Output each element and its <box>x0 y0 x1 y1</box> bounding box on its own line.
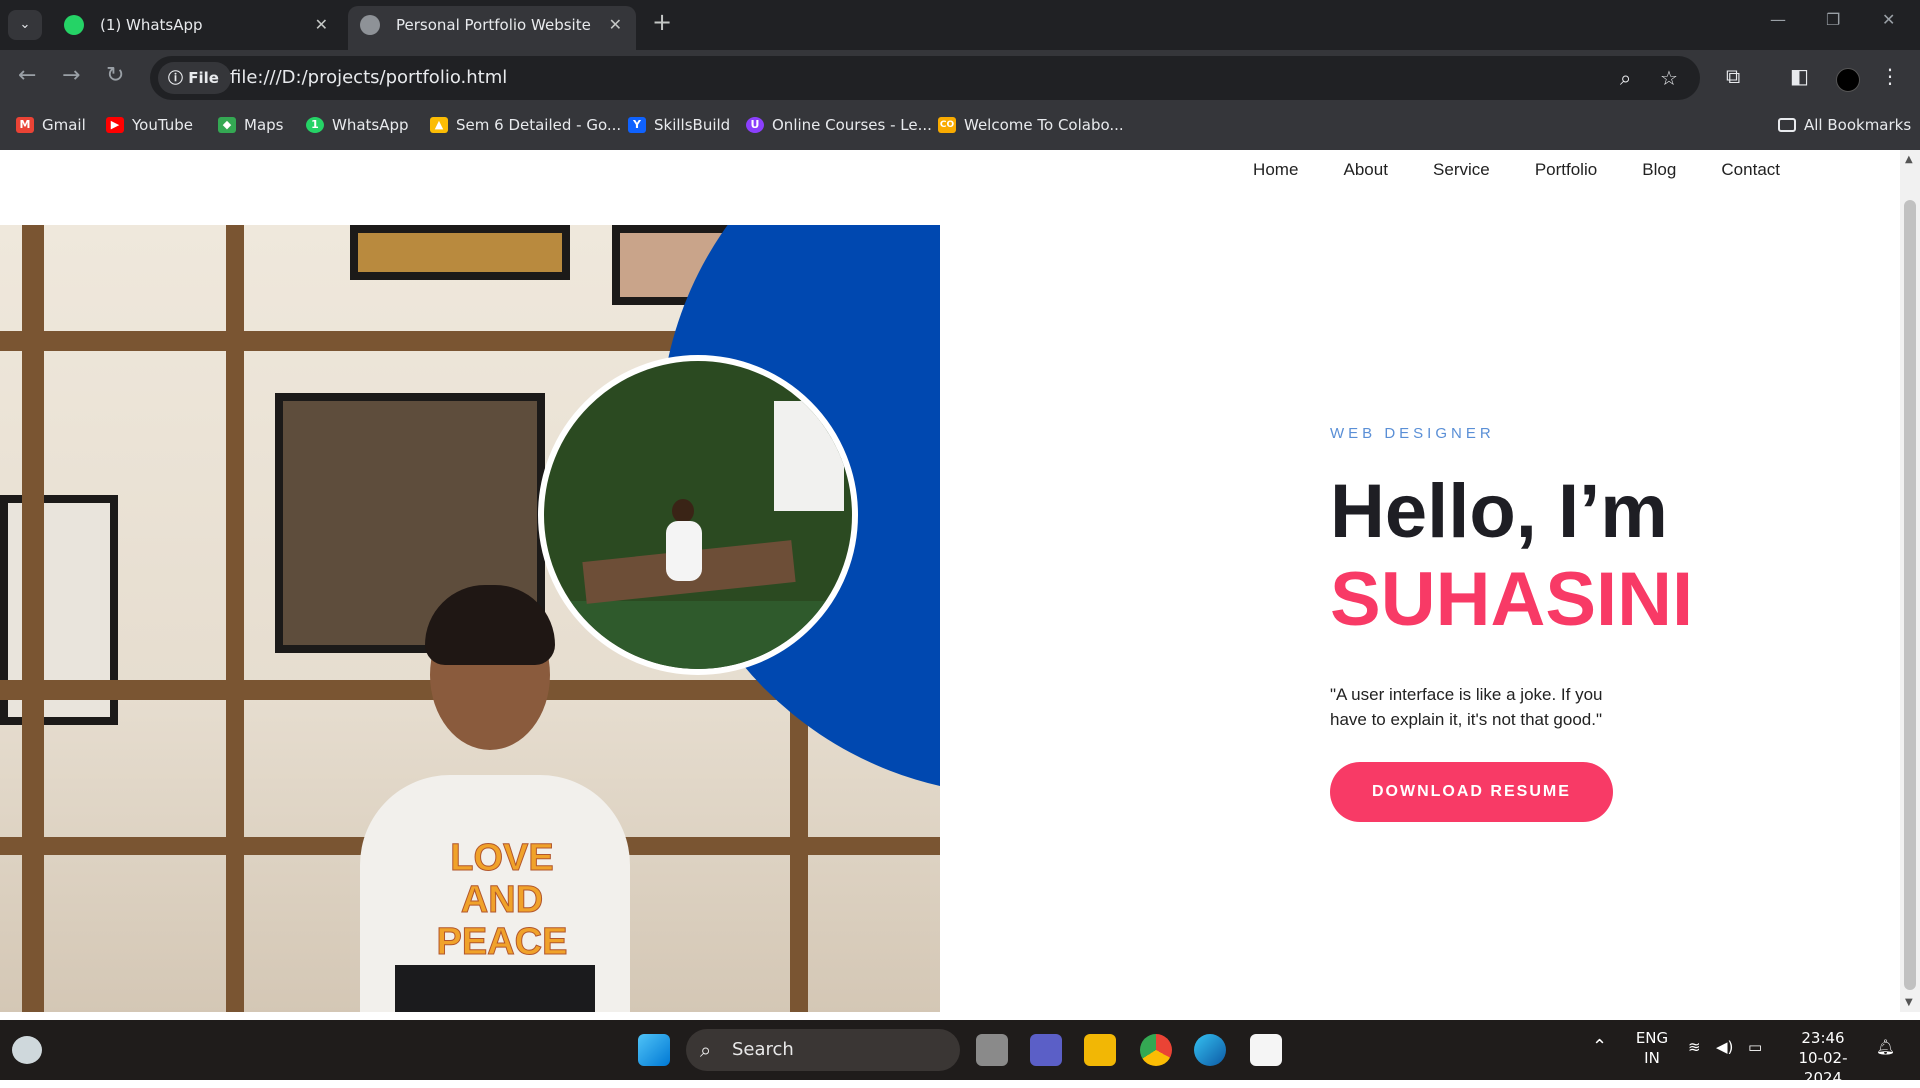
nav-portfolio[interactable]: Portfolio <box>1535 160 1597 180</box>
weather-icon[interactable] <box>12 1036 42 1064</box>
reload-icon[interactable]: ↻ <box>106 64 124 88</box>
bookmark-gmail[interactable]: M Gmail <box>16 106 86 144</box>
bookmark-maps[interactable]: ◆ Maps <box>218 106 283 144</box>
taskbar-search[interactable]: ⌕ Search <box>686 1029 960 1071</box>
bookmark-skillsbuild[interactable]: Y SkillsBuild <box>628 106 730 144</box>
volume-icon[interactable]: ◀) <box>1716 1038 1733 1056</box>
hero-photo: LOVE AND PEACE <box>0 225 940 1012</box>
chevron-up-icon[interactable]: ⌃ <box>1592 1036 1607 1057</box>
bookmark-online-courses[interactable]: U Online Courses - Le... <box>746 106 932 144</box>
zoom-icon[interactable]: ⌕ <box>1620 66 1631 90</box>
drive-icon: ▲ <box>430 117 448 133</box>
store-icon[interactable] <box>1250 1034 1282 1066</box>
folder-icon <box>1778 118 1796 132</box>
udemy-icon: U <box>746 117 764 133</box>
edge-icon[interactable] <box>1194 1034 1226 1066</box>
back-icon[interactable]: ← <box>18 64 36 88</box>
page-viewport: Home About Service Portfolio Blog Contac… <box>0 150 1900 1012</box>
all-bookmarks[interactable]: All Bookmarks <box>1778 106 1911 144</box>
photo-ground <box>544 601 852 669</box>
teams-icon[interactable] <box>1030 1034 1062 1066</box>
page-scrollbar[interactable]: ▲ ▼ <box>1900 150 1920 1012</box>
nav-service[interactable]: Service <box>1433 160 1490 180</box>
nav-home[interactable]: Home <box>1253 160 1298 180</box>
bookmark-whatsapp[interactable]: 1 WhatsApp <box>306 106 409 144</box>
chrome-icon[interactable] <box>1140 1034 1172 1066</box>
colab-icon: CO <box>938 117 956 133</box>
side-panel-icon[interactable]: ◧ <box>1790 64 1809 88</box>
address-bar[interactable]: ⓘ File file:///D:/projects/portfolio.htm… <box>150 56 1700 100</box>
photo-door <box>774 401 844 511</box>
bookmark-drive[interactable]: ▲ Sem 6 Detailed - Go... <box>430 106 621 144</box>
nav-about[interactable]: About <box>1344 160 1388 180</box>
windows-start-icon[interactable] <box>638 1034 670 1066</box>
notification-bell-icon[interactable]: 🔔︎ <box>1876 1038 1895 1056</box>
close-tab-icon[interactable]: ✕ <box>315 6 328 44</box>
bookmark-youtube[interactable]: ▶ YouTube <box>106 106 193 144</box>
globe-icon <box>360 15 380 35</box>
tab-title: Personal Portfolio Website <box>396 16 591 34</box>
battery-icon[interactable]: ▭ <box>1748 1038 1762 1056</box>
scrollbar-thumb[interactable] <box>1904 200 1916 990</box>
photo-person <box>666 521 702 581</box>
nav-contact[interactable]: Contact <box>1721 160 1780 180</box>
photo-person-head <box>672 499 694 523</box>
maps-icon: ◆ <box>218 117 236 133</box>
nav-blog[interactable]: Blog <box>1642 160 1676 180</box>
bookmarks-bar: M Gmail ▶ YouTube ◆ Maps 1 WhatsApp ▲ Se… <box>0 106 1920 150</box>
hero-quote: "A user interface is like a joke. If you… <box>1330 685 1603 729</box>
wifi-icon[interactable]: ≋ <box>1688 1038 1701 1056</box>
whatsapp-icon: 1 <box>306 117 324 133</box>
menu-icon[interactable]: ⋮ <box>1880 64 1900 88</box>
new-tab-button[interactable]: + <box>652 8 672 36</box>
clock[interactable]: 23:46 10-02-2024 <box>1780 1028 1866 1088</box>
youtube-icon: ▶ <box>106 117 124 133</box>
task-view-icon[interactable] <box>976 1034 1008 1066</box>
name-heading: SUHASINI <box>1330 557 1694 642</box>
wall-frame <box>350 225 570 280</box>
windows-taskbar: ⌕ Search ⌃ ENG IN ≋ ◀) ▭ 23:46 10-02-202… <box>0 1020 1920 1087</box>
language-indicator[interactable]: ENG IN <box>1634 1028 1670 1068</box>
profile-circle-photo <box>538 355 858 675</box>
wood-beam <box>226 225 244 1012</box>
tab-strip: ⌄ (1) WhatsApp ✕ Personal Portfolio Webs… <box>0 0 1920 50</box>
tab-title: (1) WhatsApp <box>100 16 203 34</box>
person-pants <box>395 965 595 1012</box>
site-nav: Home About Service Portfolio Blog Contac… <box>1213 160 1780 180</box>
role-label: WEB DESIGNER <box>1330 425 1495 442</box>
gmail-icon: M <box>16 117 34 133</box>
close-tab-icon[interactable]: ✕ <box>609 6 622 44</box>
scroll-down-icon[interactable]: ▼ <box>1905 997 1913 1008</box>
tab-search-button[interactable]: ⌄ <box>8 10 42 40</box>
bookmark-star-icon[interactable]: ☆ <box>1660 66 1678 90</box>
scroll-up-icon[interactable]: ▲ <box>1905 154 1913 165</box>
profile-avatar[interactable] <box>1836 68 1860 92</box>
search-icon: ⌕ <box>700 1038 712 1062</box>
download-resume-button[interactable]: DOWNLOAD RESUME <box>1330 762 1613 822</box>
hero-text: WEB DESIGNER Hello, I’m SUHASINI "A user… <box>1330 425 1750 822</box>
tab-whatsapp[interactable]: (1) WhatsApp ✕ <box>52 6 342 50</box>
skillsbuild-icon: Y <box>628 117 646 133</box>
site-info-chip[interactable]: ⓘ File <box>158 62 231 94</box>
info-icon: ⓘ <box>168 69 189 87</box>
close-window-icon[interactable]: ✕ <box>1882 10 1895 29</box>
forward-icon[interactable]: → <box>62 64 80 88</box>
minimize-icon[interactable]: — <box>1770 10 1786 29</box>
shirt-print: LOVE AND PEACE <box>436 837 568 964</box>
extensions-icon[interactable]: ⧉ <box>1726 64 1740 88</box>
tab-portfolio[interactable]: Personal Portfolio Website ✕ <box>348 6 636 50</box>
restore-icon[interactable]: ❐ <box>1826 10 1840 29</box>
browser-toolbar: ← → ↻ ⓘ File file:///D:/projects/portfol… <box>0 50 1920 106</box>
wood-beam <box>22 225 44 1012</box>
whatsapp-icon <box>64 15 84 35</box>
greeting-heading: Hello, I’m <box>1330 469 1668 554</box>
bookmark-colab[interactable]: CO Welcome To Colabo... <box>938 106 1124 144</box>
url-text[interactable]: file:///D:/projects/portfolio.html <box>230 56 507 100</box>
file-explorer-icon[interactable] <box>1084 1034 1116 1066</box>
